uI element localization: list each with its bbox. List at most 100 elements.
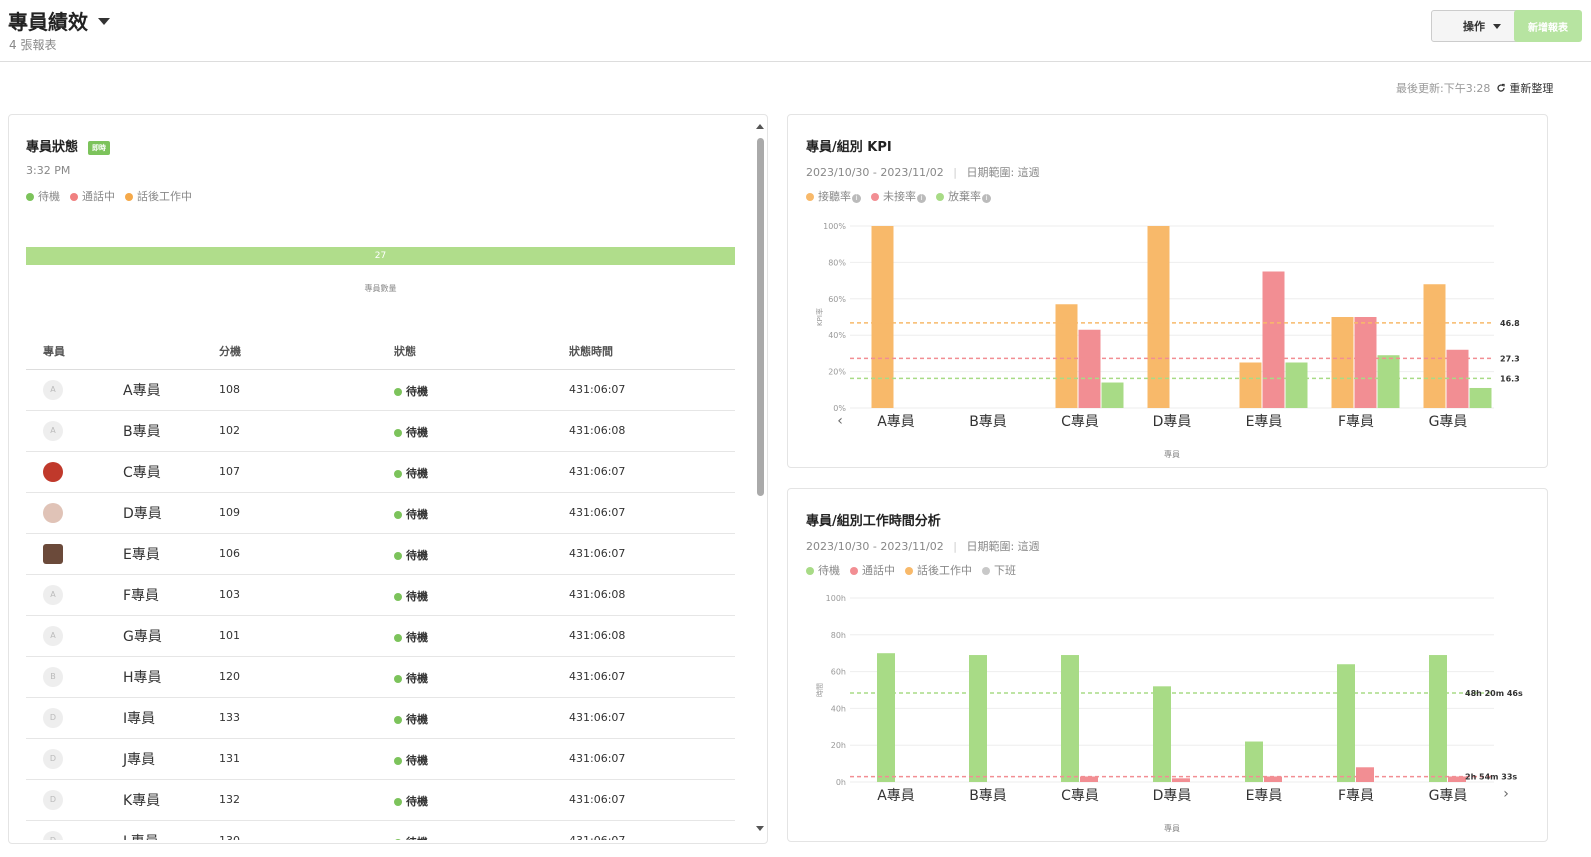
worktime-date-range: 2023/10/30 - 2023/11/02	[806, 540, 944, 553]
bar	[1331, 317, 1354, 408]
agent-ext: 109	[219, 506, 240, 519]
scrollbar[interactable]	[754, 124, 766, 836]
page-title: 專員績效	[8, 10, 88, 34]
agent-ext: 130	[219, 834, 240, 840]
bar	[1446, 349, 1469, 408]
refresh-button[interactable]: 重新整理	[1496, 80, 1553, 96]
table-row[interactable]: D K專員 132 待機 431:06:07	[26, 780, 735, 821]
table-header: 專員 分機 狀態 狀態時間	[26, 340, 735, 370]
scroll-down-icon[interactable]	[756, 826, 764, 831]
agent-name: E專員	[123, 547, 160, 563]
bar	[1356, 767, 1374, 782]
agent-status-title: 專員狀態 即時	[26, 136, 111, 155]
legend-dot-icon	[125, 193, 133, 201]
legend-item[interactable]: 放棄率 i	[936, 188, 991, 204]
table-row[interactable]: D專員 109 待機 431:06:07	[26, 493, 735, 534]
page-title-dropdown[interactable]: 專員績效	[8, 6, 110, 35]
bar	[1377, 355, 1400, 408]
x-tick-label: B專員	[969, 414, 1007, 430]
worktime-legend: 待機 通話中 話後工作中 下班	[806, 562, 1016, 578]
x-tick-label: F專員	[1338, 788, 1374, 804]
bar	[1245, 741, 1263, 782]
legend-dot-icon	[871, 193, 879, 201]
agent-table: 專員 分機 狀態 狀態時間 A A專員 108 待機 431:06:07 A B專員 102 待…	[26, 340, 735, 840]
legend-item[interactable]: 話後工作中	[905, 562, 972, 578]
bar	[1055, 304, 1078, 408]
status-badge: 待機	[394, 793, 428, 809]
x-axis-label: 專員	[1164, 823, 1180, 833]
legend-item[interactable]: 通話中	[70, 188, 115, 204]
refresh-icon	[1497, 83, 1506, 92]
legend-item[interactable]: 接聽率 i	[806, 188, 861, 204]
agent-name: B專員	[123, 424, 161, 440]
new-report-button[interactable]: 新增報表	[1514, 10, 1582, 42]
status-time-value: 431:06:07	[569, 506, 626, 519]
y-tick-label: 0%	[833, 404, 846, 413]
legend-item[interactable]: 未接率 i	[871, 188, 926, 204]
agent-name: D專員	[123, 506, 162, 522]
info-icon[interactable]: i	[982, 194, 991, 203]
table-row[interactable]: C專員 107 待機 431:06:07	[26, 452, 735, 493]
status-badge: 待機	[394, 465, 428, 481]
table-row[interactable]: E專員 106 待機 431:06:07	[26, 534, 735, 575]
avatar: D	[43, 790, 63, 810]
bar	[1423, 284, 1446, 408]
legend-item[interactable]: 下班	[982, 562, 1016, 578]
status-badge: 待機	[394, 424, 428, 440]
info-icon[interactable]: i	[852, 194, 861, 203]
reference-label: 27.3	[1500, 354, 1520, 363]
scroll-thumb[interactable]	[757, 138, 764, 496]
status-time: 3:32 PM	[26, 164, 71, 177]
status-time-value: 431:06:07	[569, 670, 626, 683]
table-row[interactable]: D J專員 131 待機 431:06:07	[26, 739, 735, 780]
x-tick-label: C專員	[1061, 414, 1099, 430]
table-row[interactable]: A A專員 108 待機 431:06:07	[26, 370, 735, 411]
legend-item[interactable]: 待機	[806, 562, 840, 578]
table-row[interactable]: D L專員 130 待機 431:06:07	[26, 821, 735, 840]
table-row[interactable]: A B專員 102 待機 431:06:08	[26, 411, 735, 452]
agent-ext: 107	[219, 465, 240, 478]
y-tick-label: 40%	[828, 331, 846, 340]
bar	[1239, 362, 1262, 408]
y-tick-label: 100h	[826, 594, 846, 603]
table-body: A A專員 108 待機 431:06:07 A B專員 102 待機 431:06:08 C專員 1…	[26, 370, 735, 840]
legend-label: 通話中	[82, 190, 115, 203]
legend-item[interactable]: 話後工作中	[125, 188, 192, 204]
bar	[1172, 778, 1190, 782]
agent-ext: 131	[219, 752, 240, 765]
agent-ext: 133	[219, 711, 240, 724]
legend-label: 待機	[38, 190, 60, 203]
table-row[interactable]: D I專員 133 待機 431:06:07	[26, 698, 735, 739]
legend-dot-icon	[936, 193, 944, 201]
avatar: A	[43, 626, 63, 646]
agent-name: G專員	[123, 629, 162, 645]
update-row: 最後更新:下午3:28 重新整理	[1396, 80, 1553, 96]
status-badge: 待機	[394, 383, 428, 399]
legend-dot-icon	[806, 193, 814, 201]
agent-name: H專員	[123, 670, 162, 686]
info-icon[interactable]: i	[917, 194, 926, 203]
legend-dot-icon	[70, 193, 78, 201]
y-tick-label: 80h	[831, 631, 846, 640]
legend-item[interactable]: 通話中	[850, 562, 895, 578]
table-row[interactable]: B H專員 120 待機 431:06:07	[26, 657, 735, 698]
kpi-range-label: 日期範圍: 這週	[966, 166, 1040, 179]
table-row[interactable]: A G專員 101 待機 431:06:08	[26, 616, 735, 657]
scroll-up-icon[interactable]	[756, 124, 764, 129]
bar	[871, 226, 894, 408]
status-time-value: 431:06:08	[569, 424, 626, 437]
table-row[interactable]: A F專員 103 待機 431:06:08	[26, 575, 735, 616]
legend-item[interactable]: 待機	[26, 188, 60, 204]
status-badge: 待機	[394, 752, 428, 768]
agent-name: I專員	[123, 711, 156, 727]
agent-ext: 101	[219, 629, 240, 642]
bar	[1153, 686, 1171, 782]
bar	[1262, 271, 1285, 408]
kpi-chart: 0% 20% 40% 60% 80% 100% KPI率 A專員 B專員 C專員 D專員 E專員 F專員…	[815, 222, 1520, 459]
status-badge: 待機	[394, 629, 428, 645]
y-tick-label: 100%	[823, 222, 846, 231]
y-tick-label: 80%	[828, 258, 846, 267]
x-tick-label: D專員	[1153, 414, 1192, 430]
legend-dot-icon	[982, 567, 990, 575]
y-tick-label: 20%	[828, 368, 846, 377]
